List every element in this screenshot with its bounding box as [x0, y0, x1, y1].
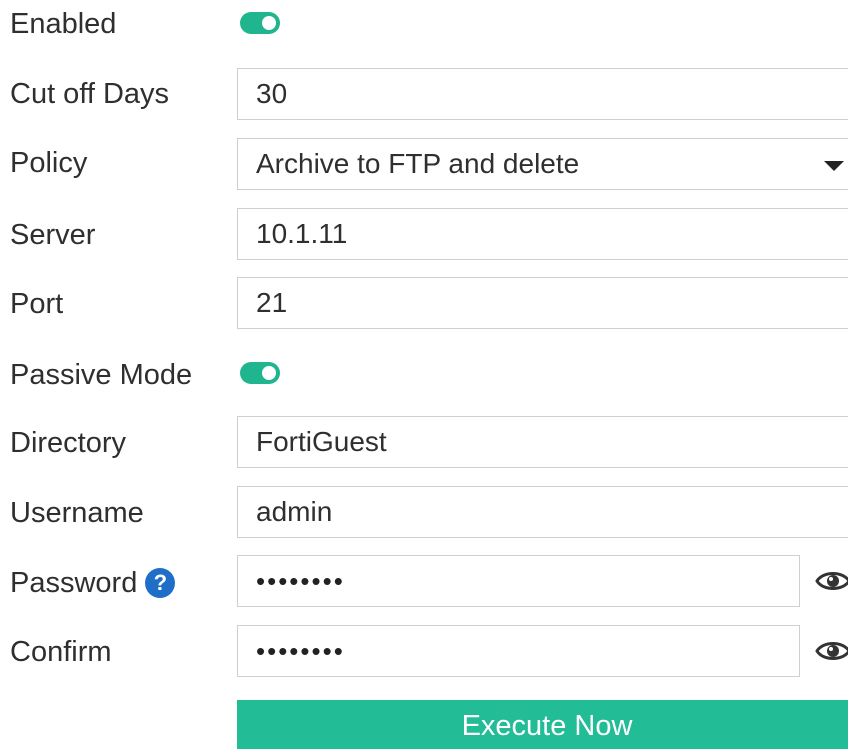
server-field[interactable]	[237, 208, 848, 260]
cutoff-days-field[interactable]	[237, 68, 848, 120]
policy-label: Policy	[10, 147, 88, 179]
cutoff-days-input[interactable]	[256, 78, 848, 110]
eye-icon[interactable]	[815, 568, 848, 594]
toggle-knob	[262, 366, 276, 380]
server-label: Server	[10, 219, 96, 251]
question-circle-icon[interactable]: ?	[145, 568, 176, 598]
username-input[interactable]	[256, 496, 848, 528]
passive-mode-label: Passive Mode	[10, 359, 193, 391]
directory-input[interactable]	[256, 426, 848, 458]
port-input[interactable]	[256, 287, 848, 319]
server-input[interactable]	[256, 218, 848, 250]
username-label: Username	[10, 497, 144, 529]
archive-settings-form: Enabled Cut off Days Policy Archive to F…	[0, 0, 848, 749]
enabled-label: Enabled	[10, 8, 117, 40]
policy-selected-value: Archive to FTP and delete	[256, 148, 580, 179]
port-field[interactable]	[237, 277, 848, 329]
password-field[interactable]: ••••••••	[237, 555, 800, 607]
password-masked-value: ••••••••	[256, 565, 345, 596]
directory-label: Directory	[10, 427, 127, 459]
password-label: Password	[10, 567, 138, 599]
caret-down-icon	[824, 161, 844, 171]
policy-select[interactable]: Archive to FTP and delete	[237, 138, 848, 190]
enabled-toggle[interactable]	[240, 12, 280, 34]
cutoff-days-label: Cut off Days	[10, 78, 170, 110]
passive-mode-toggle[interactable]	[240, 362, 280, 384]
toggle-knob	[262, 16, 276, 30]
eye-icon[interactable]	[815, 638, 848, 664]
username-field[interactable]	[237, 486, 848, 538]
port-label: Port	[10, 288, 64, 320]
password-label-row: Password ?	[10, 563, 176, 603]
confirm-label: Confirm	[10, 636, 112, 668]
confirm-masked-value: ••••••••	[256, 635, 345, 666]
execute-now-button[interactable]: Execute Now	[237, 700, 848, 749]
directory-field[interactable]	[237, 416, 848, 468]
confirm-field[interactable]: ••••••••	[237, 625, 800, 677]
